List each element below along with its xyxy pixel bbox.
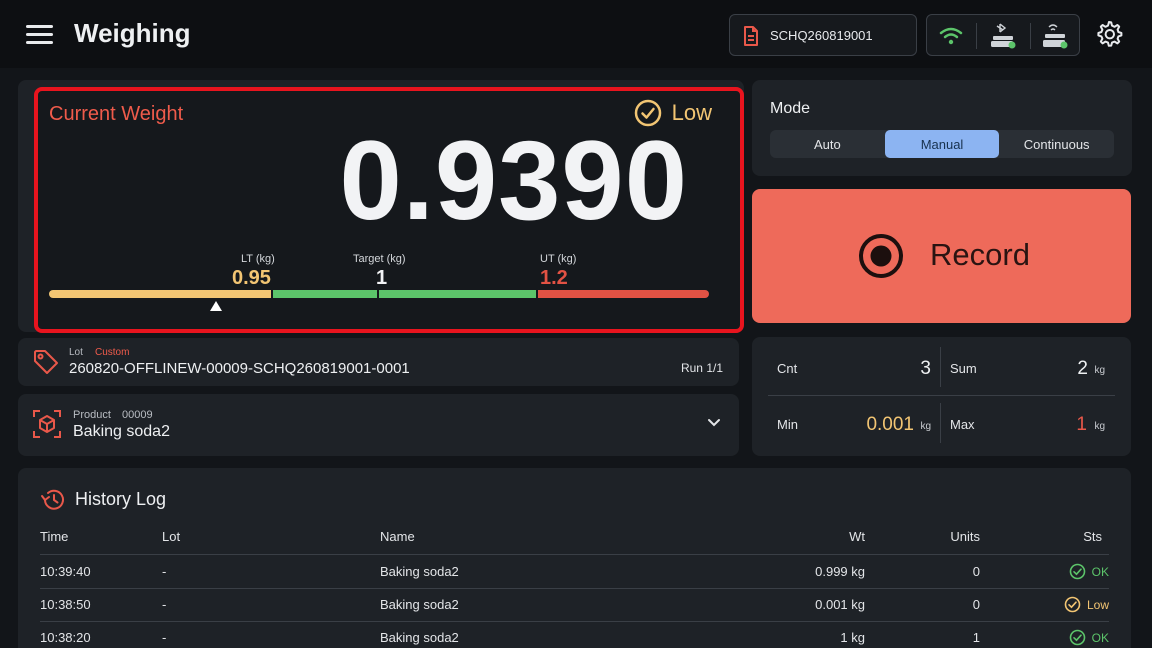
row-status-text: Low xyxy=(1086,597,1109,612)
page-title: Weighing xyxy=(74,18,191,48)
history-log-title: History Log xyxy=(75,489,167,509)
mode-auto-button[interactable]: Auto xyxy=(770,130,885,158)
record-label: Record xyxy=(930,237,1030,272)
history-log-panel: History Log Time Lot Name Wt Units Sts 1… xyxy=(18,468,1131,648)
tag-icon xyxy=(34,350,58,374)
mode-manual-button[interactable]: Manual xyxy=(884,130,1000,158)
column-header-status: Sts xyxy=(1083,529,1102,544)
target-value: 1 xyxy=(376,267,388,289)
min-value: 0.001 xyxy=(866,414,914,435)
row-name: Baking soda2 xyxy=(380,597,459,612)
document-selector[interactable]: SCHQ260819001 xyxy=(729,14,917,56)
mode-continuous-button[interactable]: Continuous xyxy=(999,130,1114,158)
document-id: SCHQ260819001 xyxy=(770,28,873,43)
tolerance-bar-high xyxy=(538,290,709,298)
row-time: 10:38:20 xyxy=(40,630,91,645)
current-weight-label: Current Weight xyxy=(49,103,184,125)
row-lot: - xyxy=(162,597,167,612)
record-icon xyxy=(859,234,903,278)
column-header-name: Name xyxy=(380,529,415,544)
sum-label: Sum xyxy=(950,361,977,376)
column-header-lot: Lot xyxy=(162,529,181,544)
document-icon xyxy=(744,26,758,46)
chevron-down-icon[interactable] xyxy=(707,418,721,428)
current-weight-panel: Current Weight Low 0.9390 LT (kg) 0.95 T… xyxy=(34,87,744,333)
check-circle-icon xyxy=(1069,563,1085,580)
product-selector[interactable]: Product 00009 Baking soda2 xyxy=(18,394,739,456)
min-unit: kg xyxy=(920,421,931,432)
mode-label: Mode xyxy=(770,100,811,117)
row-status: OK xyxy=(1069,563,1109,580)
row-time: 10:38:50 xyxy=(40,597,91,612)
sum-unit: kg xyxy=(1094,365,1105,376)
mode-segmented-control: Auto Manual Continuous xyxy=(770,130,1114,158)
max-unit: kg xyxy=(1094,421,1105,432)
row-status-text: OK xyxy=(1091,630,1109,645)
statistics-panel: Cnt 3 Sum 2 kg Min 0.001 kg Max 1 kg xyxy=(752,337,1131,456)
row-weight: 0.001 kg xyxy=(815,597,865,612)
lot-panel[interactable]: Lot Custom 260820-OFFLINEW-00009-SCHQ260… xyxy=(18,338,739,386)
app-header: Weighing SCHQ260819001 xyxy=(0,0,1152,68)
product-label: Product xyxy=(73,409,111,421)
device-status-group xyxy=(926,14,1080,56)
weight-position-marker xyxy=(210,301,222,311)
lot-value: 260820-OFFLINEW-00009-SCHQ260819001-0001 xyxy=(69,360,410,377)
row-name: Baking soda2 xyxy=(380,630,459,645)
bluetooth-scale-icon[interactable] xyxy=(989,22,1017,50)
max-value: 1 xyxy=(1076,414,1087,435)
column-header-units: Units xyxy=(950,529,980,544)
row-units: 1 xyxy=(972,630,980,645)
wireless-scale-icon[interactable] xyxy=(1041,22,1069,50)
check-circle-icon xyxy=(1064,596,1081,613)
row-time: 10:39:40 xyxy=(40,564,91,579)
sum-value: 2 xyxy=(1077,358,1088,379)
product-name: Baking soda2 xyxy=(73,423,170,440)
lt-label: LT (kg) xyxy=(241,253,275,265)
row-units: 0 xyxy=(972,564,980,579)
lot-label: Lot xyxy=(69,347,83,358)
row-weight: 0.999 kg xyxy=(815,564,865,579)
row-status: OK xyxy=(1069,629,1109,646)
lot-run: Run 1/1 xyxy=(680,361,723,375)
count-value: 3 xyxy=(920,358,931,379)
lot-custom-tag: Custom xyxy=(95,347,130,358)
min-label: Min xyxy=(777,417,798,432)
column-header-weight: Wt xyxy=(849,529,865,544)
row-status: Low xyxy=(1064,596,1109,613)
product-code: 00009 xyxy=(122,409,153,421)
row-weight: 1 kg xyxy=(840,630,865,645)
record-button[interactable]: Record xyxy=(752,189,1131,323)
max-label: Max xyxy=(950,417,975,432)
row-lot: - xyxy=(162,630,167,645)
lt-value: 0.95 xyxy=(232,267,271,289)
menu-icon[interactable] xyxy=(26,25,53,45)
ut-label: UT (kg) xyxy=(540,253,577,265)
ut-value: 1.2 xyxy=(540,267,568,289)
gear-icon[interactable] xyxy=(1094,19,1124,49)
tolerance-bar-ok-upper xyxy=(379,290,536,298)
row-status-text: OK xyxy=(1091,564,1109,579)
wifi-icon[interactable] xyxy=(939,27,963,45)
target-label: Target (kg) xyxy=(353,253,406,265)
history-icon xyxy=(41,489,64,510)
mode-panel: Mode Auto Manual Continuous xyxy=(752,80,1132,176)
weight-value: 0.9390 xyxy=(339,118,688,243)
row-name: Baking soda2 xyxy=(380,564,459,579)
count-label: Cnt xyxy=(777,361,798,376)
column-header-time: Time xyxy=(40,529,69,544)
row-units: 0 xyxy=(972,597,980,612)
check-circle-icon xyxy=(1069,629,1085,646)
tolerance-bar-ok-lower xyxy=(273,290,377,298)
tolerance-bar-low xyxy=(49,290,271,298)
product-box-icon xyxy=(33,410,61,438)
row-lot: - xyxy=(162,564,167,579)
